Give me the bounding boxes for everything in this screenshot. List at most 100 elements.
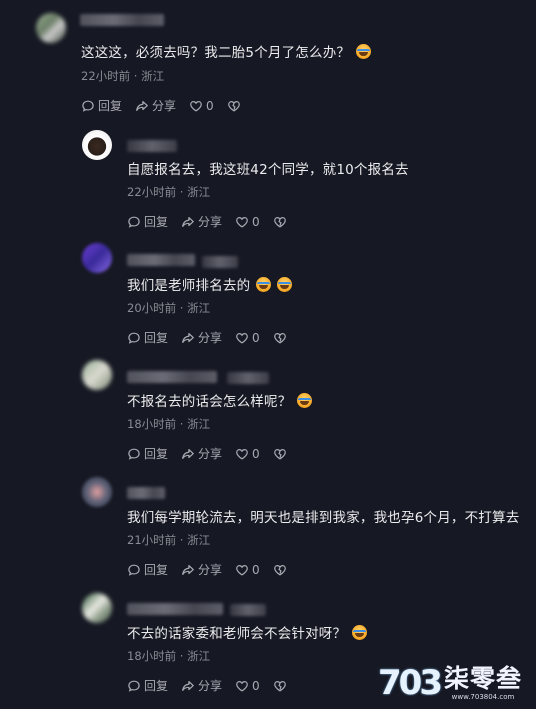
comment-meta: 21小时前 · 浙江 [127,533,211,547]
comment-meta: 18小时前 · 浙江 [127,649,211,663]
dislike-button[interactable] [273,563,290,577]
dislike-button[interactable] [227,99,244,113]
laughing-emoji-icon [277,277,293,292]
broken-heart-icon [273,680,286,692]
share-button[interactable]: 分享 [181,677,222,694]
like-button[interactable]: 0 [189,99,214,113]
like-button[interactable]: 0 [235,679,260,693]
watermark-url: www.703804.com [451,692,515,701]
avatar[interactable] [36,13,66,43]
reply-icon [128,448,140,460]
avatar[interactable] [82,130,112,160]
comment-meta: 18小时前 · 浙江 [127,417,211,431]
reply-button[interactable]: 回复 [127,213,168,230]
comment-body: 不报名去的话会怎么样呢？ [127,394,292,410]
laughing-emoji-icon [297,393,313,408]
like-button[interactable]: 0 [235,331,260,345]
heart-icon [236,332,248,344]
reply-button[interactable]: 回复 [127,445,168,462]
comment-text: 不报名去的话会怎么样呢？ [127,393,313,411]
username-suffix [227,372,269,384]
share-button[interactable]: 分享 [181,445,222,462]
username[interactable] [127,487,165,499]
comment-meta: 20小时前 · 浙江 [127,301,211,315]
username[interactable] [127,371,217,383]
dislike-button[interactable] [273,215,290,229]
like-button[interactable]: 0 [235,215,260,229]
username[interactable] [127,254,195,266]
like-button[interactable]: 0 [235,563,260,577]
reply-label: 回复 [144,679,169,693]
dislike-button[interactable] [273,679,290,693]
reply-icon [128,680,140,692]
share-button[interactable]: 分享 [135,97,176,114]
reply-label: 回复 [98,99,123,113]
reply-icon [128,564,140,576]
comment-body: 我们是老师排名去的 [127,278,251,294]
share-icon [136,100,148,111]
like-count: 0 [206,98,214,113]
watermark-logo: 703 [378,663,443,703]
share-button[interactable]: 分享 [181,329,222,346]
comment-actions: 回复 分享 0 [127,329,290,346]
reply-button[interactable]: 回复 [127,561,168,578]
laughing-emoji-icon [352,625,368,640]
like-count: 0 [252,330,260,345]
reply-label: 回复 [144,563,169,577]
comment-actions: 回复 分享 0 [127,445,290,462]
like-count: 0 [252,678,260,693]
broken-heart-icon [227,100,240,112]
avatar[interactable] [82,360,112,390]
share-label: 分享 [152,99,177,113]
username[interactable] [80,14,164,26]
comment-meta: 22小时前 · 浙江 [81,69,165,83]
avatar[interactable] [82,593,112,623]
share-icon [182,680,194,691]
watermark-text: 柒零叁 www.703804.com [443,663,522,701]
comment-text: 不去的话家委和老师会不会针对呀？ [127,625,368,643]
comment-meta: 22小时前 · 浙江 [127,185,211,199]
comment-actions: 回复 分享 0 [127,213,290,230]
site-watermark: 703 柒零叁 www.703804.com [378,663,522,703]
like-count: 0 [252,562,260,577]
dislike-button[interactable] [273,447,290,461]
heart-icon [190,100,202,112]
avatar[interactable] [82,243,112,273]
heart-icon [236,216,248,228]
comment-text: 这这这，必须去吗？我二胎5个月了怎么办？ [81,44,372,62]
reply-icon [128,332,140,344]
share-label: 分享 [198,447,223,461]
reply-button[interactable]: 回复 [81,97,122,114]
share-button[interactable]: 分享 [181,561,222,578]
share-icon [182,448,194,459]
broken-heart-icon [273,216,286,228]
comment-text: 自愿报名去，我这班42个同学，就10个报名去 [127,161,409,179]
comment-text: 我们每学期轮流去，明天也是排到我家，我也孕6个月，不打算去 [127,509,519,527]
username[interactable] [127,603,223,615]
dislike-button[interactable] [273,331,290,345]
like-count: 0 [252,446,260,461]
reply-label: 回复 [144,331,169,345]
username[interactable] [127,140,177,152]
share-label: 分享 [198,679,223,693]
laughing-emoji-icon [356,44,372,59]
comment-text: 我们是老师排名去的 [127,277,293,295]
share-button[interactable]: 分享 [181,213,222,230]
watermark-name: 柒零叁 [443,663,522,693]
comment-actions: 回复 分享 0 [127,561,290,578]
reply-button[interactable]: 回复 [127,677,168,694]
comment-body: 不去的话家委和老师会不会针对呀？ [127,626,347,642]
comment-body: 自愿报名去，我这班42个同学，就10个报名去 [127,162,409,178]
share-icon [182,216,194,227]
reply-button[interactable]: 回复 [127,329,168,346]
comment-actions: 回复 分享 0 [81,97,244,114]
avatar[interactable] [82,477,112,507]
heart-icon [236,448,248,460]
reply-label: 回复 [144,215,169,229]
broken-heart-icon [273,448,286,460]
like-button[interactable]: 0 [235,447,260,461]
username-suffix [202,256,238,268]
heart-icon [236,680,248,692]
laughing-emoji-icon [256,277,272,292]
comment-body: 我们每学期轮流去，明天也是排到我家，我也孕6个月，不打算去 [127,510,520,526]
